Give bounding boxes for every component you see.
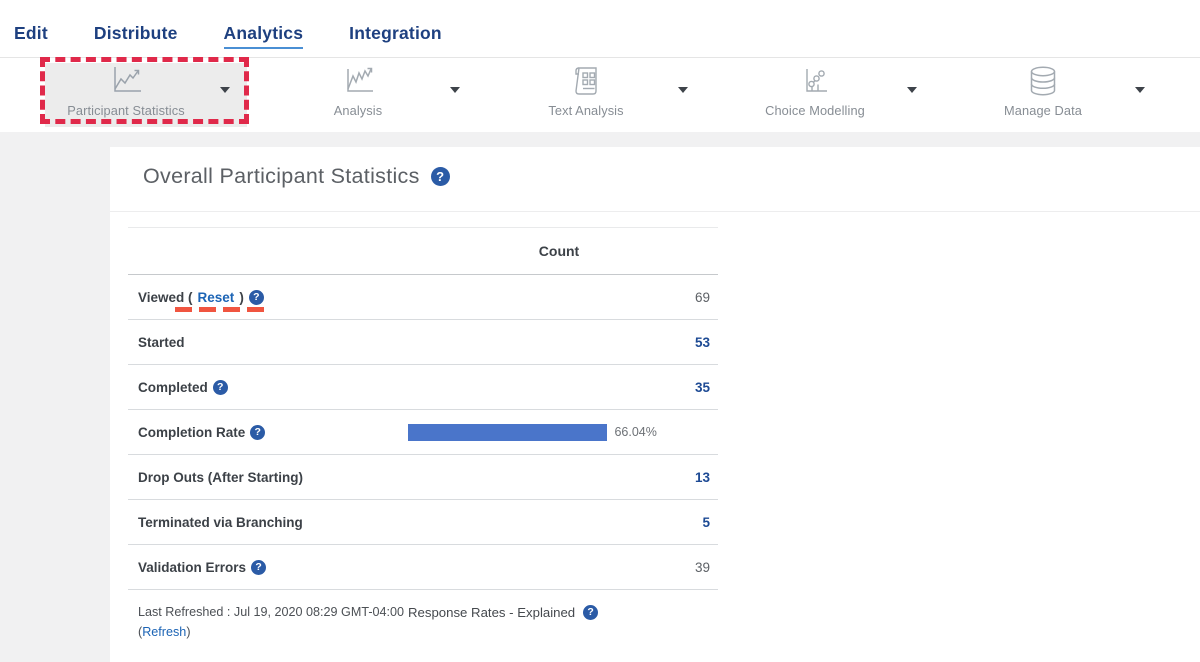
line-chart-icon — [340, 65, 376, 97]
last-refreshed-suffix: ) — [186, 625, 190, 639]
dropdown-caret-icon[interactable] — [220, 87, 230, 93]
table-row-completed: Completed 35 — [128, 365, 718, 410]
drop-outs-label: Drop Outs (After Starting) — [138, 470, 303, 485]
dropdown-caret-icon[interactable] — [678, 87, 688, 93]
document-grid-icon — [569, 65, 603, 97]
validation-errors-label: Validation Errors — [138, 560, 246, 575]
page-title: Overall Participant Statistics — [143, 164, 420, 189]
table-row-drop-outs: Drop Outs (After Starting) 13 — [128, 455, 718, 500]
annotation-red-dashed-underline — [175, 307, 264, 312]
terminated-count[interactable]: 5 — [408, 515, 710, 530]
line-chart-icon — [108, 65, 144, 97]
reset-link[interactable]: Reset — [198, 290, 235, 305]
help-icon[interactable] — [213, 380, 228, 395]
table-footer: Last Refreshed : Jul 19, 2020 08:29 GMT-… — [128, 602, 718, 642]
table-header-row: Count — [128, 227, 718, 275]
nav-items: Edit Distribute Analytics Integration — [14, 23, 442, 49]
help-icon[interactable] — [249, 290, 264, 305]
database-icon — [1026, 65, 1060, 97]
table-row-started: Started 53 — [128, 320, 718, 365]
title-divider — [110, 211, 1200, 212]
toolbar-item-label: Participant Statistics — [67, 103, 184, 118]
viewed-count: 69 — [408, 290, 710, 305]
statistics-table: Count Viewed ( Reset ) 69 Started 53 Com… — [128, 227, 718, 642]
started-label: Started — [138, 335, 185, 350]
nav-item-distribute[interactable]: Distribute — [94, 23, 178, 49]
participant-statistics-panel: Overall Participant Statistics Count Vie… — [110, 147, 1200, 662]
toolbar-item-text-analysis[interactable]: Text Analysis — [480, 58, 692, 132]
help-icon[interactable] — [250, 425, 265, 440]
table-row-validation-errors: Validation Errors 39 — [128, 545, 718, 590]
toolbar-item-label: Text Analysis — [548, 103, 623, 118]
viewed-label: Viewed ( — [138, 290, 193, 305]
toolbar-item-choice-modelling[interactable]: Choice Modelling — [709, 58, 921, 132]
page-background: Overall Participant Statistics Count Vie… — [0, 132, 1200, 662]
toolbar-item-participant-statistics[interactable]: Participant Statistics — [40, 58, 252, 132]
toolbar-item-analysis[interactable]: Analysis — [252, 58, 464, 132]
count-column-header: Count — [408, 243, 710, 259]
table-row-terminated: Terminated via Branching 5 — [128, 500, 718, 545]
help-icon[interactable] — [583, 605, 598, 620]
terminated-label: Terminated via Branching — [138, 515, 303, 530]
last-refreshed-text: Last Refreshed : Jul 19, 2020 08:29 GMT-… — [138, 602, 408, 642]
viewed-label-suffix: ) — [239, 290, 244, 305]
completion-rate-value: 66.04% — [614, 425, 656, 439]
table-row-completion-rate: Completion Rate 66.04% — [128, 410, 718, 455]
dropdown-caret-icon[interactable] — [1135, 87, 1145, 93]
help-icon[interactable] — [431, 167, 450, 186]
nav-item-analytics[interactable]: Analytics — [224, 23, 304, 49]
table-row-viewed: Viewed ( Reset ) 69 — [128, 275, 718, 320]
dropdown-caret-icon[interactable] — [450, 87, 460, 93]
toolbar-item-label: Manage Data — [1004, 103, 1082, 118]
validation-errors-count: 39 — [408, 560, 710, 575]
toolbar-item-label: Choice Modelling — [765, 103, 865, 118]
top-navigation: Edit Distribute Analytics Integration — [0, 0, 1200, 57]
help-icon[interactable] — [251, 560, 266, 575]
completed-label: Completed — [138, 380, 208, 395]
toolbar-item-label: Analysis — [334, 103, 382, 118]
scatter-growth-icon — [798, 65, 832, 97]
started-count[interactable]: 53 — [408, 335, 710, 350]
completion-rate-bar — [408, 424, 607, 441]
completion-rate-label: Completion Rate — [138, 425, 245, 440]
toolbar-item-manage-data[interactable]: Manage Data — [937, 58, 1149, 132]
refresh-link[interactable]: Refresh — [142, 625, 186, 639]
response-rates-explained-label: Response Rates - Explained — [408, 605, 575, 620]
nav-item-edit[interactable]: Edit — [14, 23, 48, 49]
completed-count[interactable]: 35 — [408, 380, 710, 395]
dropdown-caret-icon[interactable] — [907, 87, 917, 93]
analytics-toolbar: Participant Statistics Analysis — [0, 57, 1200, 133]
drop-outs-count[interactable]: 13 — [408, 470, 710, 485]
nav-item-integration[interactable]: Integration — [349, 23, 442, 49]
